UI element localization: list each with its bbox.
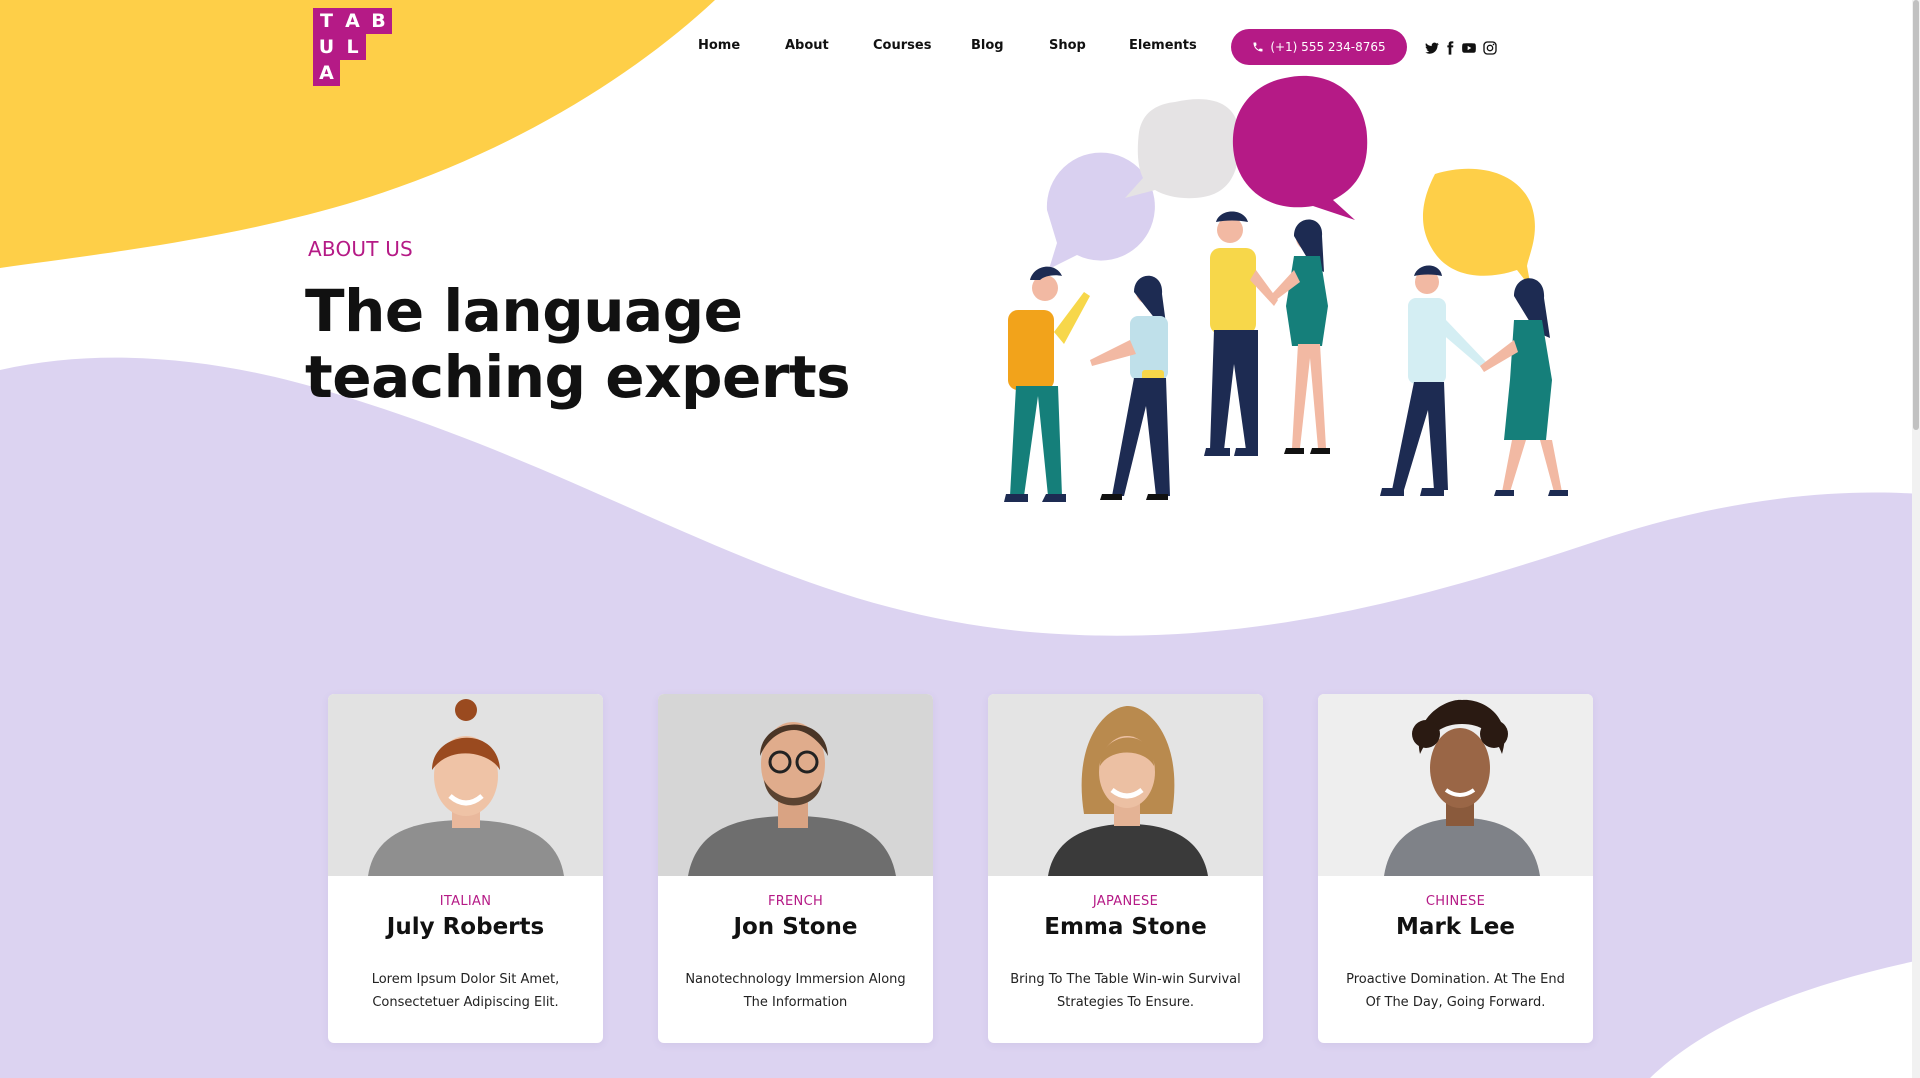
nav-item-courses[interactable]: Courses [873, 38, 931, 53]
logo-letter: U [313, 34, 340, 60]
page-scrollbar[interactable] [1912, 0, 1920, 1078]
nav-item-about[interactable]: About [785, 38, 829, 53]
speech-bubble-grey [1125, 99, 1240, 199]
person-figure [1480, 278, 1568, 496]
nav-item-blog[interactable]: Blog [971, 38, 1004, 53]
nav-item-home[interactable]: Home [698, 38, 740, 53]
nav-item-elements[interactable]: Elements [1129, 38, 1197, 53]
logo-letter: L [339, 34, 366, 60]
teacher-language: JAPANESE [1092, 894, 1159, 909]
phone-icon [1253, 42, 1263, 52]
teacher-name: Jon Stone [733, 914, 858, 940]
teacher-description: Proactive Domination. At The End Of The … [1346, 972, 1565, 1010]
teacher-description: Nanotechnology Immersion Along The Infor… [685, 972, 906, 1010]
scrollbar-thumb[interactable] [1913, 0, 1919, 430]
teacher-photo [1318, 694, 1593, 876]
teacher-language: ITALIAN [439, 894, 492, 909]
teacher-description: Bring To The Table Win-win Survival Stra… [1010, 972, 1241, 1010]
teacher-card[interactable]: FRENCH Jon Stone Nanotechnology Immersio… [658, 694, 933, 1043]
logo-letter: A [313, 60, 340, 86]
person-figure [1272, 219, 1330, 454]
section-eyebrow: ABOUT US [308, 237, 413, 261]
hero-headline: The language teaching experts [305, 278, 905, 410]
teacher-name: July Roberts [386, 914, 545, 940]
tabula-logo[interactable]: T A B U L A [313, 8, 393, 86]
teacher-description: Lorem Ipsum Dolor Sit Amet, Consectetuer… [371, 972, 560, 1010]
teacher-card[interactable]: JAPANESE Emma Stone Bring To The Table W… [988, 694, 1263, 1043]
teacher-language: FRENCH [767, 894, 824, 909]
teacher-card[interactable]: ITALIAN July Roberts Lorem Ipsum Dolor S… [328, 694, 603, 1043]
headline-line-2: teaching experts [305, 343, 851, 411]
teacher-language: CHINESE [1425, 894, 1486, 909]
teacher-photo [988, 694, 1263, 876]
instagram-icon[interactable] [1482, 40, 1498, 56]
logo-letter: B [365, 8, 392, 34]
teacher-name: Emma Stone [1044, 914, 1207, 940]
teacher-card[interactable]: CHINESE Mark Lee Proactive Domination. A… [1318, 694, 1593, 1043]
speech-bubble-yellow [1422, 168, 1535, 288]
twitter-icon[interactable] [1424, 40, 1440, 56]
phone-number: (+1) 555 234-8765 [1270, 40, 1386, 54]
person-figure [1004, 266, 1090, 502]
teacher-photo [328, 694, 603, 876]
person-figure [1090, 275, 1170, 500]
nav-item-shop[interactable]: Shop [1049, 38, 1086, 53]
speech-bubble-magenta [1232, 75, 1368, 221]
speech-bubble-lavender [1046, 152, 1155, 269]
teacher-photo [658, 694, 933, 876]
youtube-icon[interactable] [1461, 40, 1477, 56]
logo-letter: T [313, 8, 340, 34]
person-figure [1204, 211, 1278, 456]
headline-line-1: The language [305, 277, 743, 345]
logo-letter: A [339, 8, 366, 34]
teacher-name: Mark Lee [1396, 914, 1515, 940]
phone-button[interactable]: (+1) 555 234-8765 [1231, 29, 1407, 65]
people-conversation-illustration [1004, 75, 1568, 502]
facebook-icon[interactable] [1442, 40, 1458, 56]
person-figure [1380, 265, 1486, 496]
